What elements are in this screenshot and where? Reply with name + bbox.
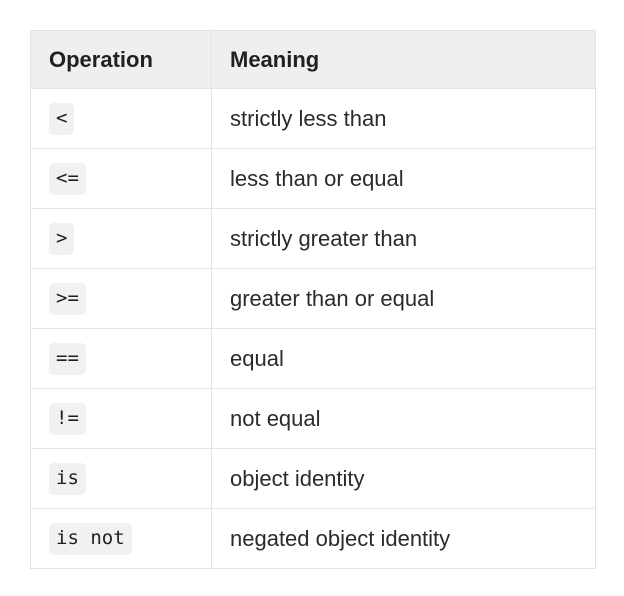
cell-operation: >	[30, 208, 212, 270]
meaning-text: strictly less than	[230, 105, 387, 131]
operation-code: ==	[49, 342, 86, 375]
operation-code: is	[49, 462, 86, 495]
table-row: is object identity	[30, 448, 596, 510]
table-row: <= less than or equal	[30, 148, 596, 210]
table-row: > strictly greater than	[30, 208, 596, 270]
cell-meaning: strictly greater than	[211, 208, 596, 270]
table-row: is not negated object identity	[30, 508, 596, 569]
cell-operation: is not	[30, 508, 212, 569]
column-header-operation: Operation	[30, 30, 212, 90]
operation-code: !=	[49, 402, 86, 435]
operation-code: >=	[49, 282, 86, 315]
cell-meaning: greater than or equal	[211, 268, 596, 330]
table-row: != not equal	[30, 388, 596, 450]
operation-code: <	[49, 102, 75, 135]
column-header-meaning: Meaning	[211, 30, 596, 90]
meaning-text: equal	[230, 345, 284, 371]
cell-meaning: not equal	[211, 388, 596, 450]
cell-meaning: less than or equal	[211, 148, 596, 210]
meaning-text: negated object identity	[230, 525, 451, 551]
page-root: Operation Meaning < strictly less than <…	[0, 0, 624, 596]
meaning-text: object identity	[230, 465, 365, 491]
cell-operation: >=	[30, 268, 212, 330]
cell-meaning: object identity	[211, 448, 596, 510]
table-row: < strictly less than	[30, 88, 596, 150]
operation-code: <=	[49, 162, 86, 195]
table-header-row: Operation Meaning	[30, 30, 596, 90]
comparison-operations-table: Operation Meaning < strictly less than <…	[30, 30, 596, 570]
table-body: < strictly less than <= less than or equ…	[30, 88, 596, 569]
cell-meaning: negated object identity	[212, 509, 596, 569]
cell-meaning: equal	[211, 328, 596, 390]
cell-operation: <	[30, 88, 212, 150]
meaning-text: not equal	[230, 405, 321, 431]
table-row: == equal	[30, 328, 596, 390]
table-header: Operation Meaning	[30, 30, 596, 90]
cell-operation: is	[30, 448, 212, 510]
meaning-text: less than or equal	[230, 165, 404, 191]
meaning-text: greater than or equal	[230, 285, 435, 311]
meaning-text: strictly greater than	[230, 225, 418, 251]
operation-code: >	[49, 222, 75, 255]
cell-operation: !=	[30, 388, 212, 450]
table-row: >= greater than or equal	[30, 268, 596, 330]
operation-code: is not	[49, 522, 132, 555]
cell-operation: ==	[30, 328, 212, 390]
comparison-operations-table-wrapper: Operation Meaning < strictly less than <…	[30, 30, 596, 570]
cell-operation: <=	[30, 148, 212, 210]
cell-meaning: strictly less than	[211, 88, 596, 150]
